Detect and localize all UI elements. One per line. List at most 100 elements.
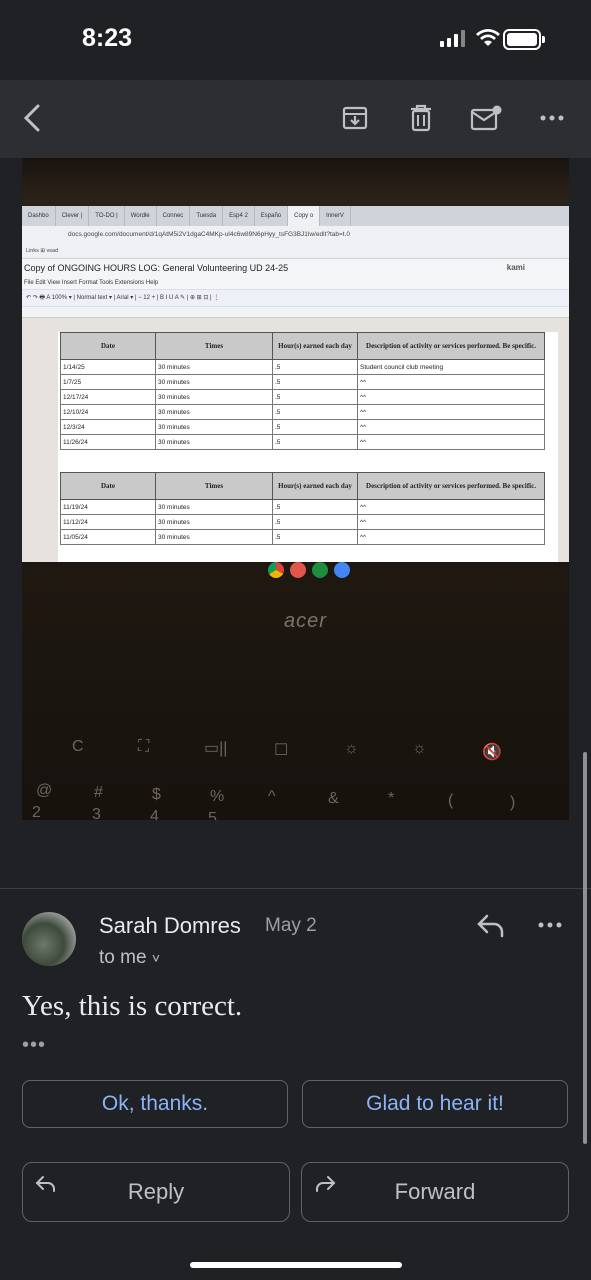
table-row: 12/3/24 30 minutes .5 ^^ [60, 419, 545, 435]
scrollbar[interactable] [583, 752, 587, 1144]
bookmarks-bar: Links ⊞ vsad [22, 244, 569, 259]
date-cell: 11/19/24 [60, 499, 156, 515]
document-page: Date Times Hour(s) earned each day Descr… [58, 332, 558, 562]
table-row: 12/17/24 30 minutes .5 ^^ [60, 389, 545, 405]
keyboard-key: 🔇 [482, 744, 502, 761]
app-icon [290, 562, 306, 578]
back-button[interactable] [14, 100, 50, 136]
keyboard-key: 2 [32, 804, 41, 820]
hours-cell: .5 [272, 419, 358, 435]
times-cell: 30 minutes [155, 514, 273, 530]
table-row: 11/12/24 30 minutes .5 ^^ [60, 514, 545, 530]
reply-icon-button[interactable] [476, 913, 506, 944]
trash-icon [411, 104, 431, 132]
chevron-down-icon: ˅ [151, 950, 160, 966]
delete-button[interactable] [403, 100, 439, 136]
keyboard-key: ( [448, 792, 454, 809]
table-header-row: Date Times Hour(s) earned each day Descr… [60, 332, 545, 360]
browser-tab: TO-DO | [89, 206, 125, 226]
date-cell: 12/10/24 [60, 404, 156, 420]
archive-icon [342, 106, 368, 130]
show-quoted-text-button[interactable]: ••• [22, 1034, 46, 1057]
more-horizontal-icon [540, 115, 564, 121]
keyboard-key: C [72, 738, 84, 755]
hours-cell: .5 [272, 404, 358, 420]
date-cell: 12/17/24 [60, 389, 156, 405]
laptop-keyboard: C ⛶ ▭|| ☐ ☼ ☼ 🔇 @ # $ % ^ & * ( ) 2 3 4 … [22, 726, 569, 820]
date-cell: 1/7/25 [60, 374, 156, 390]
cellular-signal-icon [440, 30, 465, 47]
times-cell: 30 minutes [155, 404, 273, 420]
hours-cell: .5 [272, 529, 358, 545]
laptop-screen: Dashbo Clever | TO-DO | Wordle Connec Tu… [22, 206, 569, 562]
browser-tab: Esp4 2 [223, 206, 255, 226]
kami-logo: kami [506, 263, 525, 272]
reply-button[interactable]: Reply [22, 1162, 290, 1222]
times-cell: 30 minutes [155, 359, 273, 375]
keyboard-key: # [94, 784, 103, 801]
hours-cell: .5 [272, 374, 358, 390]
mail-unread-icon [470, 105, 502, 131]
forward-icon [316, 1176, 336, 1192]
keyboard-key: ^ [268, 788, 276, 805]
table-row: 1/14/25 30 minutes .5 Student council club … [60, 359, 545, 375]
table-header-row: Date Times Hour(s) earned each day Descr… [60, 472, 545, 500]
browser-tab: Españo [255, 206, 289, 226]
table-header: Date [60, 332, 156, 360]
hours-log-table-2: Date Times Hour(s) earned each day Descr… [60, 472, 545, 545]
recipient-toggle[interactable]: to me ˅ [99, 947, 160, 969]
smart-reply-ok-thanks[interactable]: Ok, thanks. [22, 1080, 288, 1128]
keyboard-key: ☐ [274, 742, 289, 759]
keyboard-key: ☼ [344, 740, 359, 757]
keyboard-key: ▭|| [204, 740, 228, 757]
table-row: 11/26/24 30 minutes .5 ^^ [60, 434, 545, 450]
table-row: 1/7/25 30 minutes .5 ^^ [60, 374, 545, 390]
date-cell: 12/3/24 [60, 419, 156, 435]
keyboard-key: & [328, 790, 339, 807]
times-cell: 30 minutes [155, 499, 273, 515]
description-cell: ^^ [357, 374, 545, 390]
classroom-icon [312, 562, 328, 578]
more-horizontal-icon [538, 922, 562, 928]
forward-button[interactable]: Forward [301, 1162, 569, 1222]
smart-reply-glad-to-hear[interactable]: Glad to hear it! [302, 1080, 568, 1128]
reply-icon [477, 914, 504, 938]
hours-cell: .5 [272, 359, 358, 375]
description-cell: ^^ [357, 499, 545, 515]
date-cell: 11/26/24 [60, 434, 156, 450]
divider [0, 888, 591, 889]
date-cell: 11/12/24 [60, 514, 156, 530]
table-header: Times [155, 332, 273, 360]
forward-label: Forward [394, 1179, 476, 1204]
date-cell: 11/05/24 [60, 529, 156, 545]
table-row: 11/05/24 30 minutes .5 ^^ [60, 529, 545, 545]
attached-photo[interactable]: Dashbo Clever | TO-DO | Wordle Connec Tu… [22, 158, 569, 820]
keyboard-key: * [388, 790, 395, 807]
chevron-left-icon [23, 104, 40, 132]
times-cell: 30 minutes [155, 419, 273, 435]
table-header: Date [60, 472, 156, 500]
table-header: Times [155, 472, 273, 500]
message-body: Yes, this is correct. [22, 990, 243, 1022]
browser-tab: Dashbo [22, 206, 56, 226]
docs-ruler [22, 307, 569, 318]
more-options-button[interactable] [534, 100, 570, 136]
message-more-button[interactable] [538, 915, 562, 933]
hours-cell: .5 [272, 499, 358, 515]
archive-button[interactable] [337, 100, 373, 136]
docs-menu-bar: File Edit View Insert Format Tools Exten… [22, 277, 569, 289]
table-row: 12/10/24 30 minutes .5 ^^ [60, 404, 545, 420]
battery-icon [503, 29, 545, 50]
sender-avatar[interactable] [22, 912, 76, 966]
table-row: 11/19/24 30 minutes .5 ^^ [60, 499, 545, 515]
home-indicator[interactable] [190, 1262, 402, 1268]
browser-tab: Wordle [125, 206, 157, 226]
sender-name[interactable]: Sarah Domres [99, 913, 241, 939]
laptop-brand-logo: acer [284, 610, 327, 632]
browser-tab: Connec [157, 206, 191, 226]
message-date: May 2 [265, 915, 317, 936]
description-cell: ^^ [357, 404, 545, 420]
mark-unread-button[interactable] [468, 100, 504, 136]
times-cell: 30 minutes [155, 389, 273, 405]
keyboard-key: ☼ [412, 740, 427, 757]
